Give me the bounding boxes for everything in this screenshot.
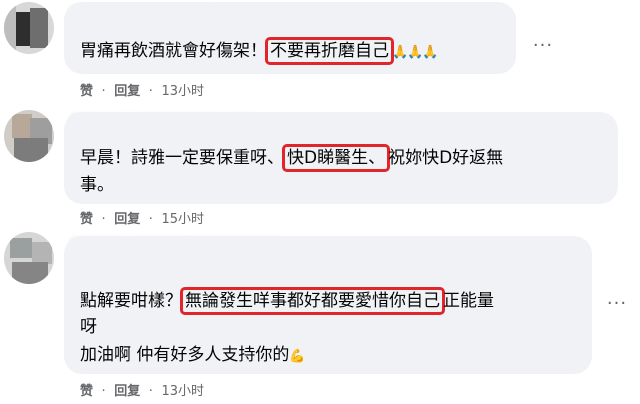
comment-bubble: 點解要咁樣？ 無論發生咩事都好都要愛惜你自己 正能量 呀 加油啊 仲有好多人支持你的… [64, 236, 592, 374]
timestamp[interactable]: 13小时 [161, 84, 204, 99]
separator: · [148, 384, 153, 399]
like-button[interactable]: 赞 [80, 384, 93, 399]
comment-3: 點解要咁樣？ 無論發生咩事都好都要愛惜你自己 正能量 呀 加油啊 仲有好多人支持你的… [0, 232, 640, 404]
comment-bubble: 胃痛再飲酒就會好傷架！ 不要再折磨自己 🙏🙏🙏 [64, 2, 516, 74]
like-button[interactable]: 赞 [80, 84, 93, 99]
highlight-box: 快D睇醫生、 [282, 144, 391, 172]
highlight-box: 無論發生咩事都好都要愛惜你自己 [180, 287, 445, 315]
timestamp[interactable]: 15小时 [161, 212, 204, 227]
avatar[interactable] [4, 2, 54, 54]
comment-1: 胃痛再飲酒就會好傷架！ 不要再折磨自己 🙏🙏🙏 ··· 赞 · 回复 · 13小时 [0, 0, 640, 110]
avatar[interactable] [4, 232, 54, 284]
separator: · [101, 384, 106, 399]
comment-actions: 赞 · 回复 · 13小时 [80, 380, 204, 399]
pray-emoji: 🙏🙏🙏 [392, 45, 439, 60]
separator: · [148, 84, 153, 99]
separator: · [101, 212, 106, 227]
comment-actions: 赞 · 回复 · 13小时 [80, 80, 204, 99]
more-options-icon[interactable]: ··· [528, 36, 558, 56]
comment-2: 早晨！詩雅一定要保重呀、 快D睇醫生、 祝妳快D好返無 事。 赞 · 回复 · 15… [0, 110, 640, 230]
more-options-icon[interactable]: ··· [602, 294, 632, 314]
separator: · [101, 84, 106, 99]
comment-text-line-1: 點解要咁樣？ 無論發生咩事都好都要愛惜你自己 正能量 [80, 287, 494, 315]
reply-button[interactable]: 回复 [114, 384, 140, 399]
like-button[interactable]: 赞 [80, 212, 93, 227]
comment-text: 胃痛再飲酒就會好傷架！ 不要再折磨自己 🙏🙏🙏 [80, 37, 439, 66]
timestamp[interactable]: 13小时 [161, 384, 204, 399]
reply-button[interactable]: 回复 [114, 84, 140, 99]
comment-bubble: 早晨！詩雅一定要保重呀、 快D睇醫生、 祝妳快D好返無 事。 [64, 112, 618, 204]
highlight-box: 不要再折磨自己 [265, 37, 394, 65]
avatar[interactable] [4, 110, 54, 162]
reply-button[interactable]: 回复 [114, 212, 140, 227]
comment-text-line-1: 早晨！詩雅一定要保重呀、 快D睇醫生、 祝妳快D好返無 [80, 144, 503, 172]
separator: · [148, 212, 153, 227]
comment-text-line-2: 事。 [80, 175, 114, 195]
comment-actions: 赞 · 回复 · 15小时 [80, 208, 204, 227]
comment-text-line-2: 呀 [80, 317, 97, 337]
comment-text-line-3: 加油啊 仲有好多人支持你的💪 [80, 345, 306, 365]
flexed-bicep-emoji: 💪 [289, 349, 305, 364]
